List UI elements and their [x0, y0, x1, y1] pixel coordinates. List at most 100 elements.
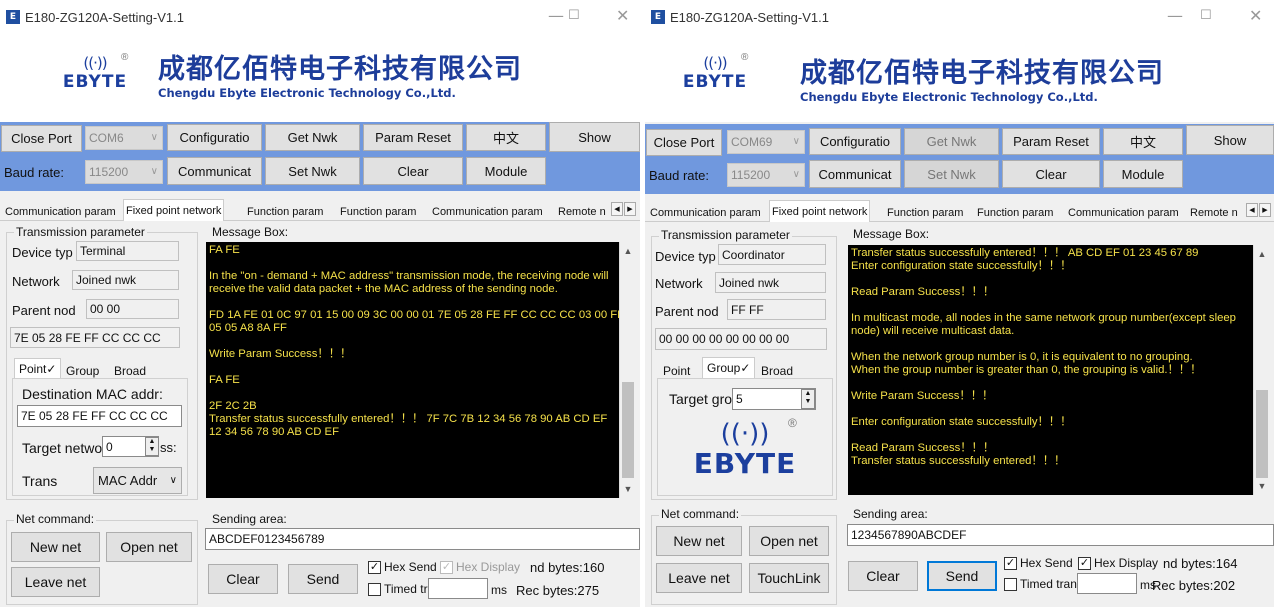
- maximize-icon[interactable]: ☐: [1200, 8, 1212, 23]
- hex-send-checkbox[interactable]: ✓ Hex Send: [1004, 556, 1073, 570]
- hex-display-checkbox[interactable]: ✓ Hex Display: [1078, 556, 1158, 570]
- scroll-down-icon[interactable]: ▼: [1254, 481, 1270, 491]
- device-type-field: Coordinator: [718, 244, 826, 265]
- parent-node-label: Parent nod: [12, 303, 76, 318]
- close-port-button[interactable]: Close Port: [1, 125, 82, 152]
- tab-function-param[interactable]: Function param: [245, 202, 325, 221]
- param-reset-button[interactable]: Param Reset: [1002, 128, 1100, 155]
- leave-net-button[interactable]: Leave net: [656, 563, 742, 593]
- message-line: [851, 377, 1266, 390]
- tab-communication-param-2[interactable]: Communication param: [430, 202, 545, 221]
- tab-communication-param[interactable]: Communication param: [648, 203, 763, 222]
- trans-mode-select[interactable]: MAC Addr ∨: [93, 467, 182, 494]
- tab-fixed-point-network[interactable]: Fixed point network: [769, 200, 871, 222]
- communicat-button[interactable]: Communicat: [167, 157, 262, 185]
- send-button[interactable]: Send: [927, 561, 997, 591]
- scroll-thumb[interactable]: [622, 382, 634, 478]
- clear-send-button[interactable]: Clear: [848, 561, 918, 591]
- set-nwk-button[interactable]: Set Nwk: [904, 160, 999, 188]
- minimize-icon[interactable]: —: [548, 6, 564, 25]
- tab-left-arrow-icon[interactable]: ◀: [611, 202, 623, 216]
- hex-display-checkbox[interactable]: ✓ Hex Display: [440, 560, 520, 574]
- company-name-en: Chengdu Ebyte Electronic Technology Co.,…: [158, 86, 456, 100]
- port-select[interactable]: COM69 ∨: [727, 130, 805, 154]
- send-input[interactable]: ABCDEF0123456789: [205, 528, 640, 550]
- param-reset-button[interactable]: Param Reset: [363, 124, 463, 151]
- new-net-button[interactable]: New net: [11, 532, 100, 562]
- clear-send-button[interactable]: Clear: [208, 564, 278, 594]
- configuration-button[interactable]: Configuratio: [167, 124, 262, 151]
- timed-interval-input[interactable]: [1077, 573, 1137, 594]
- tab-left-arrow-icon[interactable]: ◀: [1246, 203, 1258, 217]
- tab-function-param-2[interactable]: Function param: [975, 203, 1055, 222]
- network-label: Network: [12, 274, 60, 289]
- message-line: FA FE: [209, 244, 240, 256]
- device-type-field: Terminal: [76, 241, 179, 261]
- target-network-label: Target netwo: [22, 440, 103, 456]
- set-nwk-button[interactable]: Set Nwk: [265, 157, 360, 185]
- tab-function-param-2[interactable]: Function param: [338, 202, 418, 221]
- net-command-label: Net command:: [14, 512, 97, 526]
- message-line: [851, 429, 1266, 442]
- get-nwk-button[interactable]: Get Nwk: [265, 124, 360, 151]
- hex-send-label: Hex Send: [384, 560, 437, 574]
- tab-right-arrow-icon[interactable]: ▶: [1259, 203, 1271, 217]
- open-net-button[interactable]: Open net: [106, 532, 192, 562]
- tab-communication-param[interactable]: Communication param: [3, 202, 118, 221]
- communicat-button[interactable]: Communicat: [809, 160, 901, 188]
- message-scrollbar[interactable]: ▲ ▼: [1253, 245, 1269, 495]
- send-button[interactable]: Send: [288, 564, 358, 594]
- close-icon[interactable]: ✕: [1249, 6, 1262, 25]
- hex-send-label: Hex Send: [1020, 556, 1073, 570]
- baud-rate-label: Baud rate:: [649, 168, 709, 183]
- module-button[interactable]: Module: [466, 157, 546, 185]
- target-group-spinner[interactable]: ▲ ▼: [801, 389, 815, 409]
- hex-send-checkbox[interactable]: ✓ Hex Send: [368, 560, 437, 574]
- get-nwk-button[interactable]: Get Nwk: [904, 128, 999, 155]
- message-scrollbar[interactable]: ▲ ▼: [619, 242, 635, 498]
- minimize-icon[interactable]: —: [1167, 6, 1183, 25]
- module-button[interactable]: Module: [1103, 160, 1183, 188]
- tab-right-arrow-icon[interactable]: ▶: [624, 202, 636, 216]
- close-port-button[interactable]: Close Port: [646, 129, 722, 156]
- scroll-up-icon[interactable]: ▲: [620, 246, 636, 256]
- clear-button[interactable]: Clear: [1002, 160, 1100, 188]
- language-button[interactable]: 中文: [466, 124, 546, 151]
- baud-select[interactable]: 115200 ∨: [85, 160, 163, 184]
- timed-send-checkbox[interactable]: Timed tran: [1004, 577, 1077, 591]
- tab-communication-param-2[interactable]: Communication param: [1066, 203, 1181, 222]
- scroll-down-icon[interactable]: ▼: [620, 484, 636, 494]
- tab-remote[interactable]: Remote n: [556, 202, 608, 221]
- new-net-button[interactable]: New net: [656, 526, 742, 556]
- touchlink-button[interactable]: TouchLink: [749, 563, 829, 593]
- open-net-button[interactable]: Open net: [749, 526, 829, 556]
- close-icon[interactable]: ✕: [616, 6, 629, 25]
- send-input[interactable]: 1234567890ABCDEF: [847, 524, 1274, 546]
- subtab-group[interactable]: Group✓: [702, 357, 756, 378]
- ebyte-logo: ((·)) ® EBYTE: [665, 52, 765, 92]
- show-button[interactable]: Show: [549, 122, 640, 152]
- subtab-point[interactable]: Point✓: [14, 358, 62, 379]
- baud-select[interactable]: 115200 ∨: [727, 163, 805, 187]
- tab-fixed-point-network[interactable]: Fixed point network: [123, 199, 225, 221]
- checkbox-empty-icon: [1004, 577, 1017, 591]
- company-banner: ((·)) ® EBYTE 成都亿佰特电子科技有限公司 Chengdu Ebyt…: [645, 34, 1274, 122]
- leave-net-button[interactable]: Leave net: [11, 567, 100, 597]
- configuration-button[interactable]: Configuratio: [809, 128, 901, 155]
- scroll-up-icon[interactable]: ▲: [1254, 249, 1270, 259]
- target-network-spinner[interactable]: ▲ ▼: [145, 437, 159, 456]
- destination-mac-input[interactable]: 7E 05 28 FE FF CC CC CC: [17, 405, 182, 427]
- scroll-thumb[interactable]: [1256, 390, 1268, 478]
- long-address-field: 7E 05 28 FE FF CC CC CC: [10, 327, 180, 348]
- clear-button[interactable]: Clear: [363, 157, 463, 185]
- port-select[interactable]: COM6 ∨: [85, 126, 163, 150]
- maximize-icon[interactable]: ☐: [568, 8, 580, 23]
- tab-function-param[interactable]: Function param: [885, 203, 965, 222]
- trans-mode-value: MAC Addr: [98, 473, 158, 488]
- tab-remote[interactable]: Remote n: [1188, 203, 1240, 222]
- network-field: Joined nwk: [715, 272, 826, 293]
- message-lines: FA FE In the "on - demand + MAC address"…: [209, 244, 632, 439]
- timed-interval-input[interactable]: [428, 578, 488, 599]
- language-button[interactable]: 中文: [1103, 128, 1183, 155]
- show-button[interactable]: Show: [1186, 125, 1274, 155]
